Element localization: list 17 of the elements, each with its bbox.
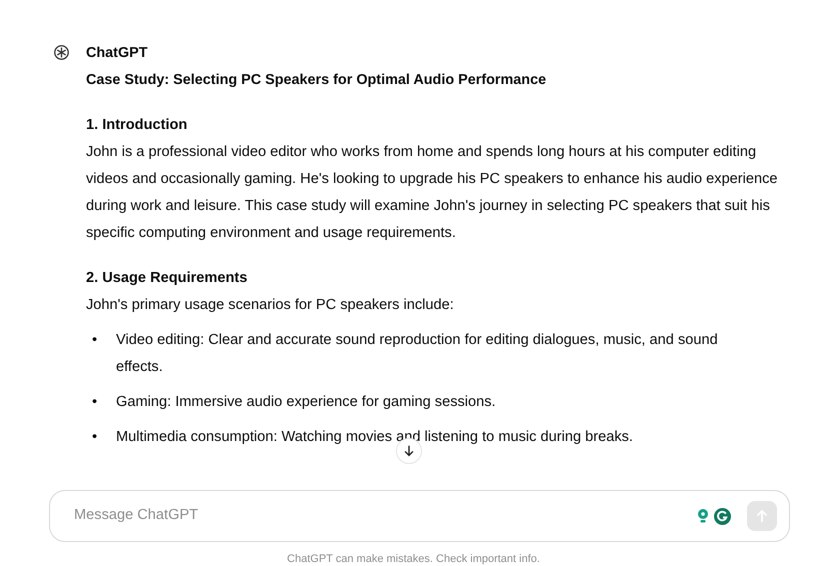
section-heading: 1. Introduction (86, 116, 188, 135)
message-composer[interactable]: Message ChatGPT (49, 490, 790, 542)
paragraph: John's primary usage scenarios for PC speakers include: (86, 296, 455, 315)
bullet-marker: • (92, 393, 98, 412)
bullet-item: Video editing: Clear and accurate sound reproduction for editing dialogues, music, and sound effects. (116, 331, 719, 377)
message-field[interactable]: Message ChatGPT (72, 504, 696, 528)
arrow-down-icon (402, 444, 416, 458)
author-name: ChatGPT (86, 44, 149, 63)
section-heading: 2. Usage Requirements (86, 269, 248, 288)
disclaimer-text: ChatGPT can make mistakes. Check important info. (286, 552, 541, 566)
bullet-marker: • (92, 428, 98, 447)
lightbulb-icon (696, 508, 710, 524)
paragraph: John is a professional video editor who works from home and spends long hours at his computer editing videos and occasionally gaming. He's looking to upgrade his PC speakers to enhance his audio experience during work and leisure. This case study will examine John's journey in selecting PC speakers that suit his specific computing environment and usage requirements. (86, 143, 779, 243)
bullet-item: Gaming: Immersive audio experience for gaming sessions. (116, 393, 496, 412)
bullet-marker: • (92, 331, 98, 350)
response-title: Case Study: Selecting PC Speakers for Optimal Audio Performance (86, 71, 548, 90)
arrow-up-icon (754, 508, 770, 524)
